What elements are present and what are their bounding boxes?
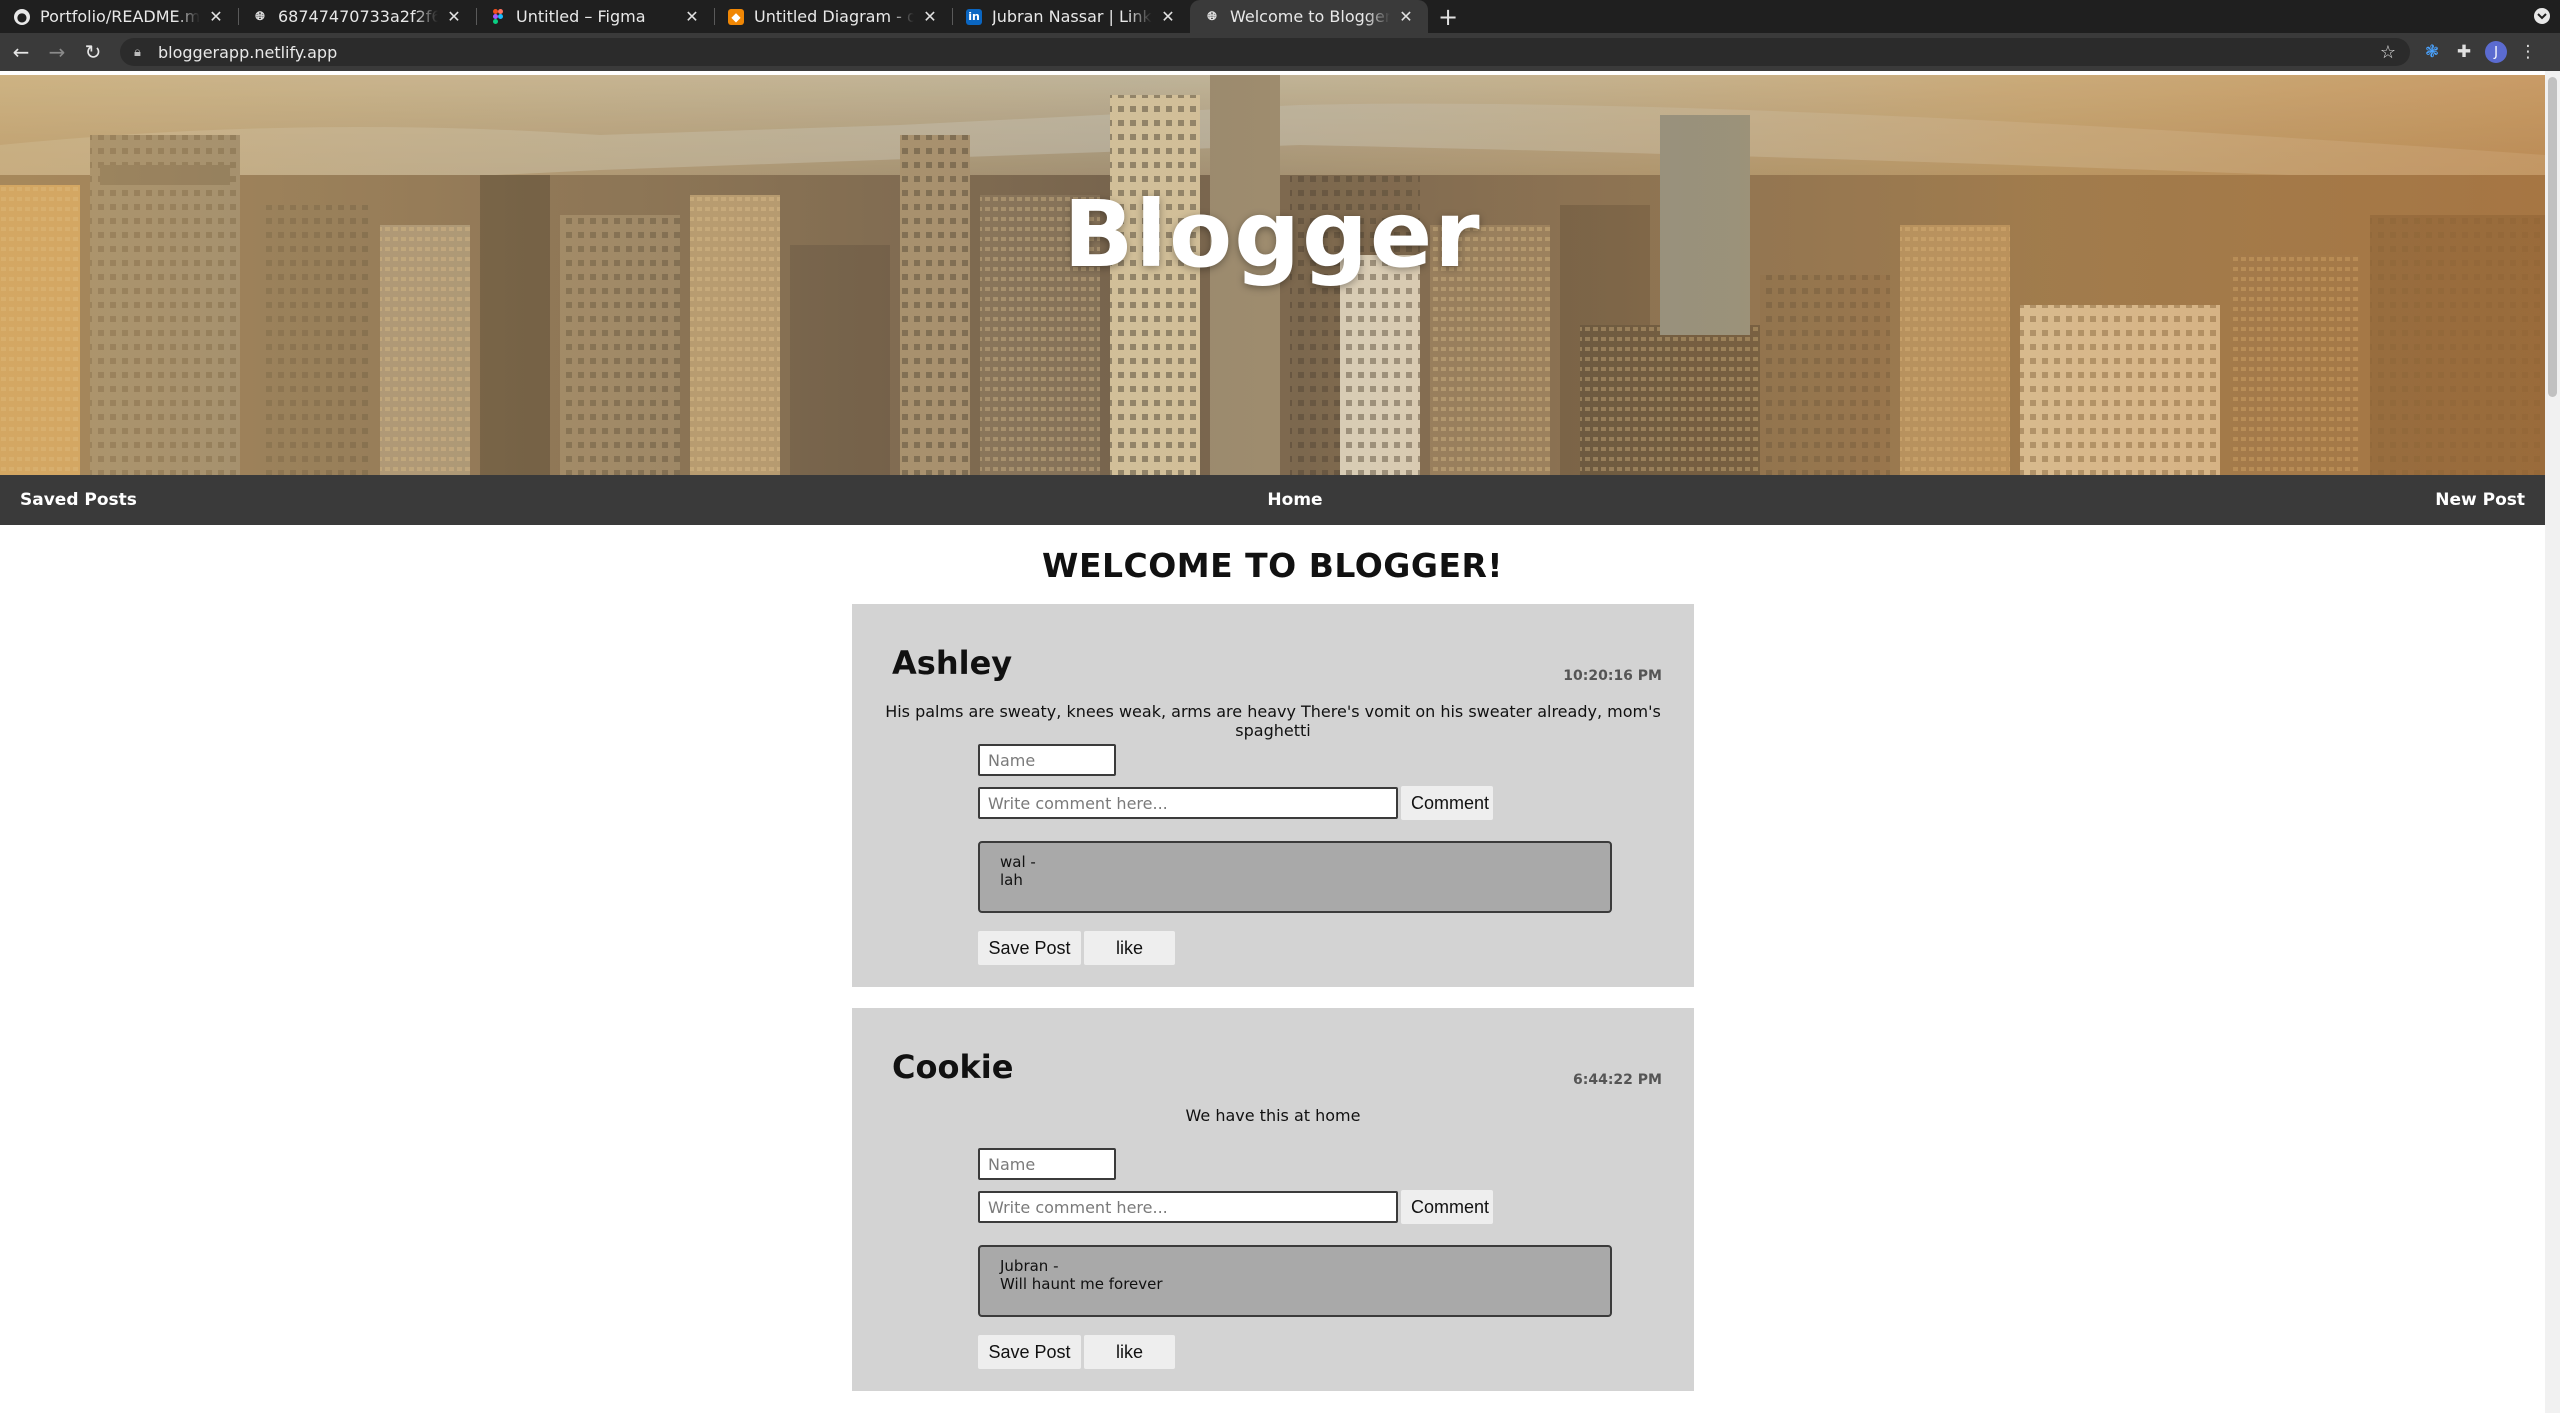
post-body: We have this at home bbox=[1185, 1106, 1361, 1125]
tab-title: Untitled – Figma bbox=[516, 7, 646, 26]
close-tab-icon[interactable]: ✕ bbox=[208, 7, 224, 26]
browser-toolbar: ← → ↻ 🔒︎ bloggerapp.netlify.app ☆ ❃ ✚ J … bbox=[0, 33, 2560, 71]
name-input[interactable] bbox=[978, 744, 1116, 776]
like-button[interactable]: like bbox=[1084, 1335, 1175, 1369]
comments-box: Jubran - Will haunt me forever bbox=[978, 1245, 1612, 1317]
tab-title: Portfolio/README.md at bbox=[40, 7, 200, 26]
comment-input[interactable] bbox=[978, 787, 1398, 819]
tab-title: Untitled Diagram - diagra bbox=[754, 7, 914, 26]
scrollbar-thumb[interactable] bbox=[2548, 77, 2557, 397]
kebab-menu-icon[interactable]: ⋮ bbox=[2512, 36, 2544, 68]
post-author: Cookie bbox=[892, 1048, 1014, 1086]
post-body: His palms are sweaty, knees weak, arms a… bbox=[885, 702, 1661, 740]
puzzle-extensions-icon[interactable]: ✚ bbox=[2448, 36, 2480, 68]
close-tab-icon[interactable]: ✕ bbox=[1160, 7, 1176, 26]
forward-arrow-icon[interactable]: → bbox=[42, 37, 72, 67]
address-bar[interactable]: 🔒︎ bloggerapp.netlify.app ☆ bbox=[120, 38, 2410, 66]
browser-tab-strip: ● Portfolio/README.md at ✕ 🌐︎ 6874747073… bbox=[0, 0, 2560, 33]
post-timestamp: 6:44:22 PM bbox=[1573, 1072, 1662, 1088]
browser-tab-active[interactable]: 🌐︎ Welcome to Blogger-app! ✕ bbox=[1190, 0, 1428, 33]
browser-tab[interactable]: Untitled – Figma ✕ bbox=[476, 0, 714, 33]
save-post-button[interactable]: Save Post bbox=[978, 931, 1081, 965]
post-card: Cookie 6:44:22 PM We have this at home C… bbox=[852, 1008, 1694, 1391]
window-menu-icon[interactable] bbox=[2534, 8, 2550, 24]
nav-home-label: Home bbox=[1267, 490, 1323, 510]
profile-avatar[interactable]: J bbox=[2480, 36, 2512, 68]
comment-button[interactable]: Comment bbox=[1401, 1190, 1493, 1224]
globe-icon: 🌐︎ bbox=[1207, 9, 1217, 23]
close-tab-icon[interactable]: ✕ bbox=[922, 7, 938, 26]
drawio-icon: ◆ bbox=[728, 8, 744, 25]
back-arrow-icon[interactable]: ← bbox=[6, 37, 36, 67]
extension-icon[interactable]: ❃ bbox=[2416, 36, 2448, 68]
reload-icon[interactable]: ↻ bbox=[78, 37, 108, 67]
like-button[interactable]: like bbox=[1084, 931, 1175, 965]
comments-box: wal - lah bbox=[978, 841, 1612, 913]
comment-author: Jubran - bbox=[1000, 1257, 1059, 1275]
comment-input[interactable] bbox=[978, 1191, 1398, 1223]
name-input[interactable] bbox=[978, 1148, 1116, 1180]
post-card: Ashley 10:20:16 PM His palms are sweaty,… bbox=[852, 604, 1694, 987]
post-author: Ashley bbox=[892, 644, 1013, 682]
close-tab-icon[interactable]: ✕ bbox=[446, 7, 462, 26]
browser-tab[interactable]: ◆ Untitled Diagram - diagra ✕ bbox=[714, 0, 952, 33]
page-heading: WELCOME TO BLOGGER! bbox=[1042, 546, 1503, 585]
page-scrollbar[interactable] bbox=[2545, 71, 2560, 1413]
post-timestamp: 10:20:16 PM bbox=[1563, 668, 1662, 684]
nav-new-post-link[interactable]: New Post bbox=[2435, 475, 2525, 525]
globe-icon: 🌐︎ bbox=[255, 9, 265, 23]
close-tab-icon[interactable]: ✕ bbox=[1398, 7, 1414, 26]
page-viewport: Blogger Saved Posts Home New Post WELCOM… bbox=[0, 71, 2545, 1413]
tab-title: Welcome to Blogger-app! bbox=[1230, 7, 1390, 26]
tab-title: 68747470733a2f2f696d6 bbox=[278, 7, 438, 26]
nav-home-link[interactable]: Home bbox=[0, 475, 2545, 525]
comment-author: wal - bbox=[1000, 853, 1036, 871]
linkedin-icon: in bbox=[966, 8, 982, 25]
save-post-button[interactable]: Save Post bbox=[978, 1335, 1081, 1369]
new-tab-button[interactable]: + bbox=[1428, 0, 1468, 33]
lock-icon: 🔒︎ bbox=[134, 44, 141, 60]
github-icon: ● bbox=[14, 8, 30, 25]
browser-tab[interactable]: in Jubran Nassar | LinkedIn ✕ bbox=[952, 0, 1190, 33]
tab-title: Jubran Nassar | LinkedIn bbox=[992, 7, 1152, 26]
url-text: bloggerapp.netlify.app bbox=[158, 42, 338, 62]
bookmark-star-icon[interactable]: ☆ bbox=[2380, 42, 2396, 63]
browser-tab[interactable]: ● Portfolio/README.md at ✕ bbox=[0, 0, 238, 33]
site-navbar: Saved Posts Home New Post bbox=[0, 475, 2545, 525]
site-title: Blogger bbox=[1063, 181, 1482, 288]
browser-tab[interactable]: 🌐︎ 68747470733a2f2f696d6 ✕ bbox=[238, 0, 476, 33]
comment-text: lah bbox=[1000, 871, 1023, 889]
hero-banner: Blogger bbox=[0, 75, 2545, 475]
figma-icon bbox=[490, 9, 506, 25]
comment-text: Will haunt me forever bbox=[1000, 1275, 1163, 1293]
comment-button[interactable]: Comment bbox=[1401, 786, 1493, 820]
close-tab-icon[interactable]: ✕ bbox=[684, 7, 700, 26]
